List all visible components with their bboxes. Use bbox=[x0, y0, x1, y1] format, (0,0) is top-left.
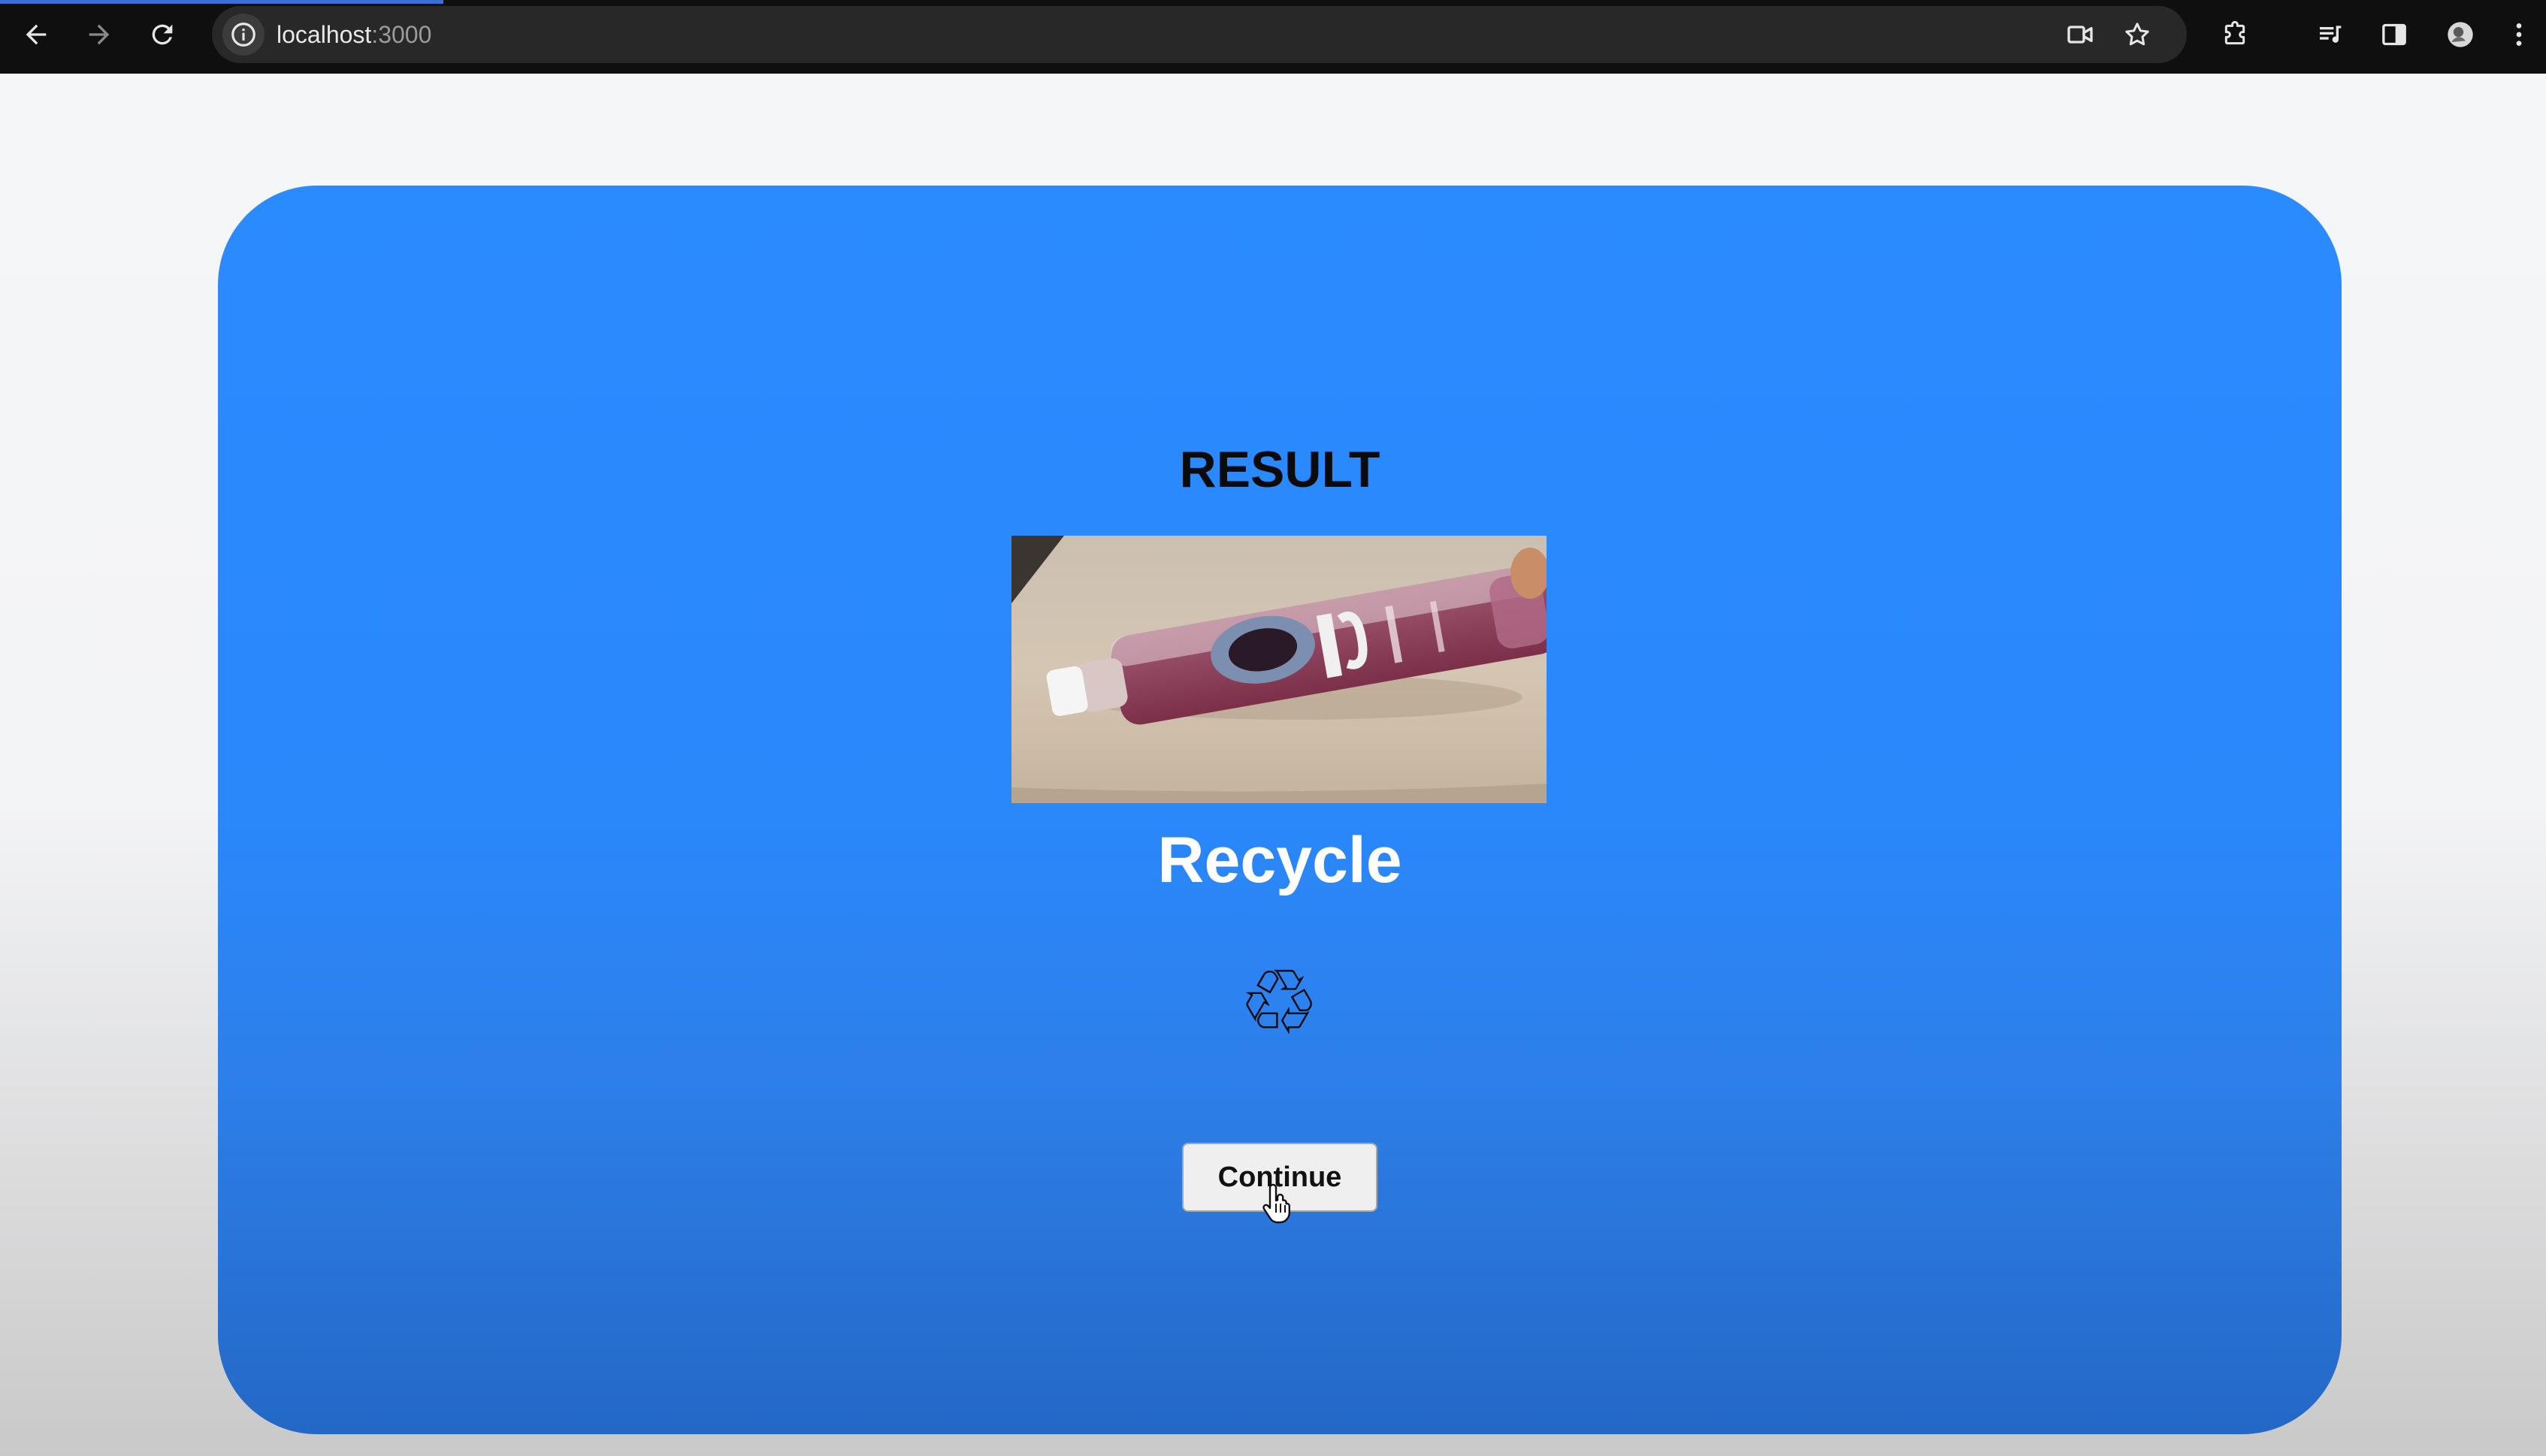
reload-icon bbox=[152, 24, 173, 45]
site-info-button[interactable] bbox=[222, 14, 265, 56]
side-panel-icon bbox=[2382, 23, 2406, 46]
url-port: :3000 bbox=[371, 21, 432, 48]
puzzle-icon bbox=[2224, 20, 2245, 45]
url-host: localhost bbox=[277, 21, 372, 48]
star-icon bbox=[2125, 23, 2149, 46]
bookmark-button[interactable] bbox=[2119, 17, 2155, 53]
arrow-left-icon bbox=[26, 24, 47, 45]
profile-button[interactable] bbox=[2439, 14, 2481, 56]
kebab-menu-icon bbox=[2516, 23, 2522, 46]
browser-menu-button[interactable] bbox=[2501, 14, 2537, 56]
forward-button[interactable] bbox=[75, 11, 123, 59]
browser-toolbar: localhost:3000 bbox=[0, 0, 2546, 74]
video-camera-button[interactable] bbox=[2062, 17, 2098, 53]
captured-photo bbox=[1011, 536, 1547, 803]
arrow-right-icon bbox=[89, 24, 110, 45]
recycle-icon: ♲ bbox=[1238, 951, 1320, 1056]
media-queue-icon bbox=[2320, 26, 2342, 43]
side-panel-button[interactable] bbox=[2373, 14, 2415, 56]
media-controls-button[interactable] bbox=[2310, 14, 2352, 56]
reload-button[interactable] bbox=[138, 11, 186, 59]
address-bar[interactable]: localhost:3000 bbox=[212, 6, 2187, 63]
bottle-photo bbox=[1011, 536, 1547, 803]
back-button[interactable] bbox=[12, 11, 60, 59]
page-load-progress bbox=[0, 0, 443, 4]
url-text[interactable]: localhost:3000 bbox=[277, 6, 431, 63]
result-card: RESULT Recycle ♲ Continue bbox=[218, 186, 2342, 1434]
classification-label: Recycle bbox=[1157, 824, 1402, 896]
hand-pointer-cursor bbox=[1262, 1183, 1290, 1224]
result-heading: RESULT bbox=[1179, 441, 1380, 498]
info-icon bbox=[231, 23, 256, 47]
video-camera-icon bbox=[2067, 26, 2093, 44]
avatar-icon bbox=[2448, 22, 2473, 47]
extensions-button[interactable] bbox=[2214, 14, 2256, 56]
